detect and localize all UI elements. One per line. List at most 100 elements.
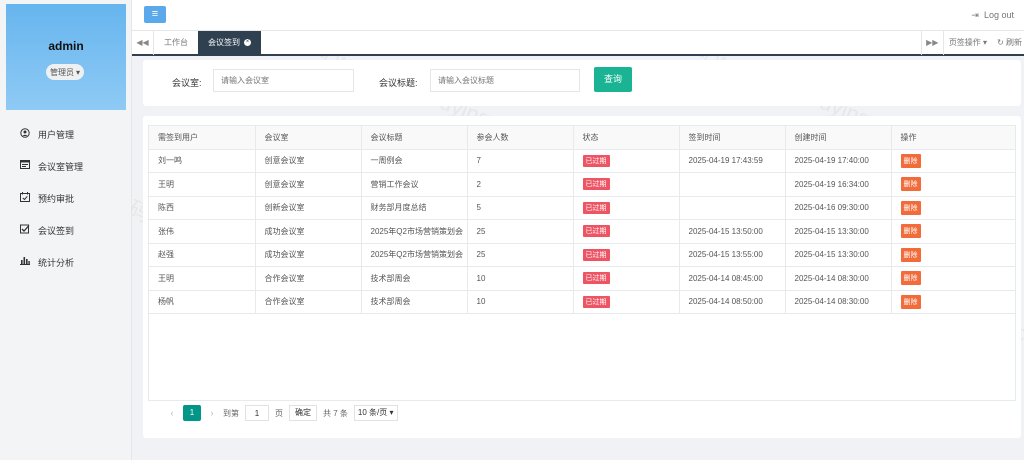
total-count: 共 7 条	[323, 408, 348, 418]
menu-toggle-button[interactable]: ≡	[144, 6, 166, 23]
sidebar-item-stats[interactable]: 统计分析	[0, 246, 132, 278]
column-header: 参会人数	[467, 126, 574, 150]
tab-ops-dropdown[interactable]: 页签操作 ▾	[942, 31, 992, 55]
query-button[interactable]: 查询	[594, 67, 632, 92]
cell-created-time: 2025-04-16 09:30:00	[785, 196, 892, 220]
column-header: 状态	[573, 126, 680, 150]
chevron-left-icon[interactable]: ‹	[167, 408, 177, 418]
column-header: 需签到用户	[149, 126, 256, 150]
column-header: 操作	[891, 126, 1015, 150]
table-row: 刘一鸣 创意会议室 一周例会 7 已过期 2025-04-19 17:43:59…	[149, 149, 1015, 173]
logout-link[interactable]: ⇥ Log out	[971, 10, 1014, 21]
table-row: 张伟 成功会议室 2025年Q2市场营销策划会 25 已过期 2025-04-1…	[149, 219, 1015, 244]
cell-status: 已过期	[573, 196, 680, 220]
cell-status: 已过期	[573, 172, 680, 197]
top-bar: ≡ ⇥ Log out	[132, 0, 1024, 30]
cell-signin-time	[679, 172, 786, 197]
caret-down-icon: ▾	[76, 67, 81, 77]
cell-status: 已过期	[573, 149, 680, 173]
chevron-down-icon: ▾	[389, 408, 394, 417]
cell-signin-time: 2025-04-14 08:50:00	[679, 290, 786, 314]
cell-count: 10	[467, 290, 574, 314]
search-panel: 会议室: 会议标题: 查询	[143, 60, 1021, 106]
tab-scroll-left-button[interactable]: ◀◀	[132, 31, 154, 55]
cell-created-time: 2025-04-14 08:30:00	[785, 290, 892, 314]
tab-workbench[interactable]: 工作台	[154, 31, 199, 55]
cell-action: 删除	[891, 149, 1015, 173]
delete-button[interactable]: 删除	[900, 294, 921, 309]
goto-page-input[interactable]	[245, 405, 269, 421]
table-header-row: 需签到用户 会议室 会议标题 参会人数 状态 签到时间 创建时间 操作	[149, 126, 1015, 150]
goto-confirm-button[interactable]: 确定	[289, 405, 317, 421]
cell-action: 删除	[891, 266, 1015, 291]
cell-user: 王明	[149, 266, 256, 291]
title-search-input[interactable]	[430, 69, 580, 92]
refresh-button[interactable]: ↻ 刷新	[992, 31, 1024, 55]
double-chevron-right-icon: ▶▶	[926, 38, 939, 47]
sidebar-item-approval[interactable]: 预约审批	[0, 182, 132, 214]
tab-ops-label: 页签操作	[948, 38, 981, 47]
cell-user: 赵强	[149, 243, 256, 267]
cell-action: 删除	[891, 243, 1015, 267]
checkbox-icon	[20, 224, 30, 237]
cell-title: 营销工作会议	[361, 172, 468, 197]
sidebar-item-rooms[interactable]: 会议室管理	[0, 150, 132, 182]
cell-status: 已过期	[573, 243, 680, 267]
role-dropdown[interactable]: 管理员 ▾	[46, 64, 85, 80]
sidebar: admin 管理员 ▾ 用户管理 会议室管理 预约审批 会议签到 统计分析	[0, 0, 132, 460]
cell-status: 已过期	[573, 290, 680, 314]
cell-count: 10	[467, 266, 574, 291]
cell-user: 杨帆	[149, 290, 256, 314]
calendar-check-icon	[20, 191, 30, 205]
delete-button[interactable]: 删除	[900, 200, 921, 215]
cell-action: 删除	[891, 172, 1015, 197]
cell-signin-time: 2025-04-14 08:45:00	[679, 266, 786, 291]
cell-created-time: 2025-04-15 13:30:00	[785, 219, 892, 244]
page-size-select[interactable]: 10 条/页 ▾	[353, 405, 398, 421]
room-search-input[interactable]	[213, 69, 354, 92]
delete-button[interactable]: 删除	[900, 177, 921, 192]
user-name: admin	[48, 39, 84, 53]
cell-user: 陈西	[149, 196, 256, 220]
user-icon	[20, 127, 30, 141]
cell-count: 25	[467, 243, 574, 267]
tab-label: 工作台	[164, 38, 188, 47]
sidebar-item-users[interactable]: 用户管理	[0, 118, 132, 150]
cell-status: 已过期	[573, 266, 680, 291]
hamburger-icon: ≡	[151, 8, 159, 20]
logout-label: Log out	[983, 10, 1014, 20]
delete-button[interactable]: 删除	[900, 153, 921, 168]
column-header: 会议室	[255, 126, 362, 150]
table-row: 陈西 创新会议室 财务部月度总结 5 已过期 2025-04-16 09:30:…	[149, 196, 1015, 220]
delete-button[interactable]: 删除	[900, 247, 921, 262]
status-badge: 已过期	[582, 201, 610, 214]
cell-signin-time: 2025-04-15 13:55:00	[679, 243, 786, 267]
data-table: 需签到用户 会议室 会议标题 参会人数 状态 签到时间 创建时间 操作 刘一鸣 …	[148, 125, 1016, 401]
delete-button[interactable]: 删除	[900, 224, 921, 239]
tab-bar: ◀◀ 工作台 会议签到 × ▶▶ 页签操作 ▾ ↻ 刷新	[132, 30, 1024, 56]
cell-user: 刘一鸣	[149, 149, 256, 173]
cell-count: 7	[467, 149, 574, 173]
role-label: 管理员	[50, 67, 74, 77]
sidebar-item-checkin[interactable]: 会议签到	[0, 214, 132, 246]
sidebar-item-label: 会议室管理	[38, 161, 84, 172]
cell-action: 删除	[891, 219, 1015, 244]
table-row: 杨帆 合作会议室 技术部周会 10 已过期 2025-04-14 08:50:0…	[149, 290, 1015, 314]
close-icon[interactable]: ×	[244, 39, 251, 46]
cell-count: 5	[467, 196, 574, 220]
status-badge: 已过期	[582, 178, 610, 191]
page-number-current[interactable]: 1	[183, 405, 201, 421]
caret-down-icon: ▾	[983, 38, 988, 47]
refresh-icon: ↻	[997, 38, 1004, 47]
tab-meeting-checkin[interactable]: 会议签到 ×	[198, 31, 261, 55]
sidebar-item-label: 预约审批	[38, 193, 75, 204]
cell-room: 创意会议室	[255, 172, 362, 197]
cell-action: 删除	[891, 196, 1015, 220]
double-chevron-left-icon: ◀◀	[136, 38, 149, 47]
pagination: ‹ 1 › 到第 页 确定 共 7 条 10 条/页 ▾	[167, 405, 398, 421]
chevron-right-icon[interactable]: ›	[207, 408, 217, 418]
delete-button[interactable]: 删除	[900, 271, 921, 286]
bar-chart-icon	[20, 256, 30, 268]
sidebar-item-label: 会议签到	[38, 225, 75, 236]
tab-scroll-right-button[interactable]: ▶▶	[920, 31, 943, 55]
